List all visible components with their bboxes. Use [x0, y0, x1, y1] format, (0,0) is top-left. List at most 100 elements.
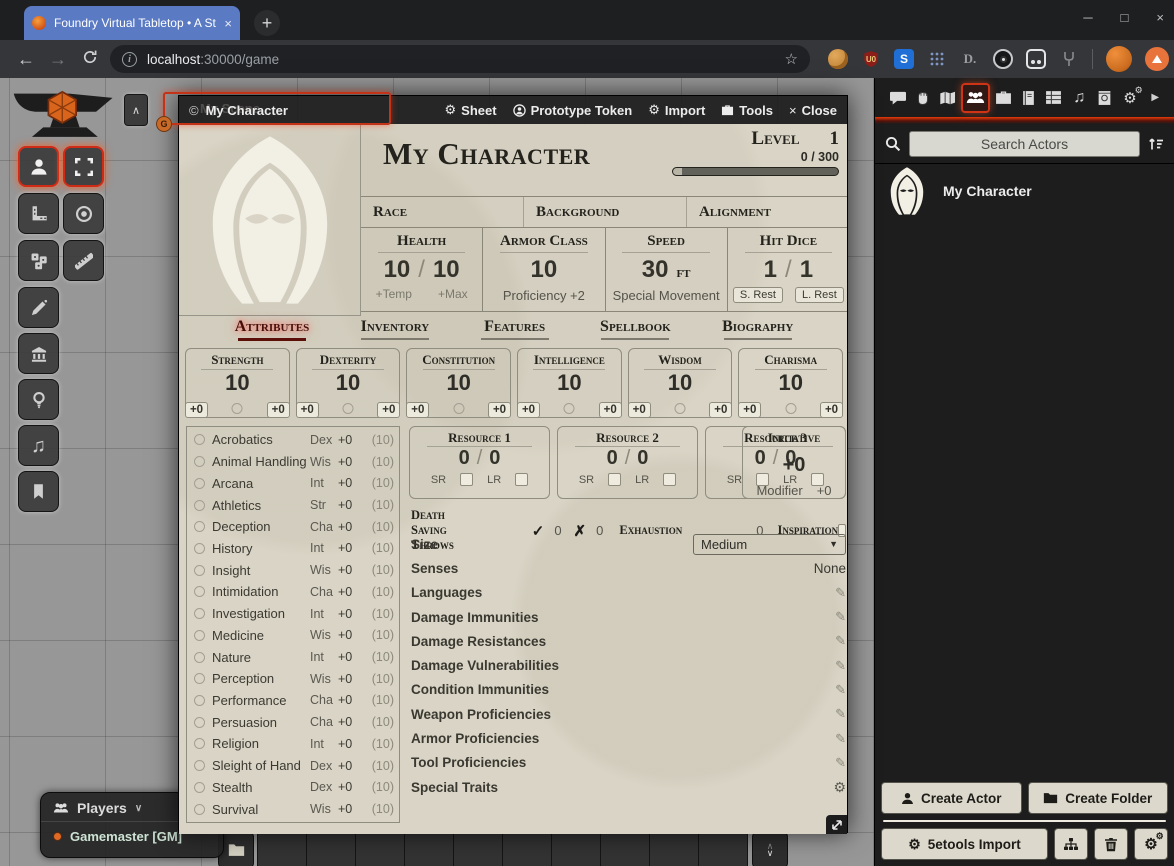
close-sheet-button[interactable]: ×Close	[789, 103, 837, 118]
detail-field[interactable]: Race	[361, 197, 523, 227]
edit-icon[interactable]: ✎	[835, 682, 846, 698]
ublock-extension-icon[interactable]: U0	[861, 49, 881, 69]
create-folder-button[interactable]: Create Folder	[1028, 782, 1169, 814]
edit-icon[interactable]: ✎	[835, 731, 846, 747]
ability-block[interactable]: Intelligence 10 +0 +0	[517, 348, 622, 418]
tab-chat[interactable]	[885, 83, 910, 113]
skill-row[interactable]: Investigation Int +0 (10)	[192, 603, 394, 625]
tab-compendium[interactable]	[1092, 83, 1117, 113]
ability-block[interactable]: Charisma 10 +0 +0	[738, 348, 843, 418]
tool-walls[interactable]	[18, 333, 59, 374]
skill-row[interactable]: Animal Handling Wis +0 (10)	[192, 451, 394, 473]
tool-measure[interactable]	[63, 240, 104, 281]
skill-name[interactable]: Arcana	[212, 476, 310, 491]
ability-score[interactable]: 10	[557, 370, 581, 396]
macro-slot[interactable]	[502, 831, 552, 866]
tool-notes[interactable]	[18, 471, 59, 512]
macro-slot[interactable]	[600, 831, 650, 866]
tool-select-token[interactable]	[18, 146, 59, 187]
resource-current[interactable]: 0	[459, 447, 470, 470]
skill-row[interactable]: Survival Wis +0 (10)	[192, 798, 394, 820]
edit-icon[interactable]: ✎	[835, 706, 846, 722]
skill-name[interactable]: Sleight of Hand	[212, 758, 310, 773]
long-rest-button[interactable]: L. Rest	[795, 287, 844, 303]
macro-slot[interactable]	[551, 831, 601, 866]
resource-max[interactable]: 0	[637, 447, 648, 470]
tab-spellbook[interactable]: Spellbook	[600, 318, 671, 340]
save-proficiency-toggle[interactable]	[453, 403, 464, 414]
ability-block[interactable]: Constitution 10 +0 +0	[406, 348, 511, 418]
macro-slot[interactable]	[257, 831, 307, 866]
tool-lighting[interactable]	[18, 379, 59, 420]
ac-value[interactable]: 10	[531, 256, 558, 284]
tab-features[interactable]: Features	[481, 318, 549, 340]
skill-name[interactable]: Investigation	[212, 606, 310, 621]
tab-journal[interactable]	[1016, 83, 1041, 113]
skill-proficiency-toggle[interactable]	[194, 760, 205, 771]
tab-settings[interactable]: ⚙⚙	[1117, 83, 1142, 113]
skill-proficiency-toggle[interactable]	[194, 565, 205, 576]
sort-icon[interactable]	[1148, 136, 1164, 152]
actor-list-item[interactable]: My Character	[875, 164, 1174, 218]
new-tab-button[interactable]: +	[254, 10, 280, 36]
tab-attributes[interactable]: Attributes	[235, 318, 310, 341]
d-extension-icon[interactable]: D.	[960, 49, 980, 69]
skill-proficiency-toggle[interactable]	[194, 652, 205, 663]
5etools-import-button[interactable]: ⚙ 5etools Import	[881, 828, 1048, 860]
ability-score[interactable]: 10	[336, 370, 360, 396]
resource-max[interactable]: 0	[489, 447, 500, 470]
session-extension-icon[interactable]: S	[894, 49, 914, 69]
speed-value[interactable]: 30	[642, 256, 669, 284]
tab-playlists[interactable]: ♫	[1067, 83, 1092, 113]
skill-name[interactable]: Persuasion	[212, 715, 310, 730]
sheet-config-button[interactable]: ⚙Sheet	[445, 102, 497, 118]
skill-proficiency-toggle[interactable]	[194, 456, 205, 467]
skill-row[interactable]: Nature Int +0 (10)	[192, 646, 394, 668]
skill-row[interactable]: Stealth Dex +0 (10)	[192, 777, 394, 799]
save-proficiency-toggle[interactable]	[564, 403, 575, 414]
hotbar-page-button[interactable]: ∧∨	[752, 831, 788, 866]
tool-dice[interactable]	[18, 240, 59, 281]
create-actor-button[interactable]: Create Actor	[881, 782, 1022, 814]
skill-proficiency-toggle[interactable]	[194, 500, 205, 511]
lr-checkbox[interactable]	[663, 473, 676, 486]
ability-score[interactable]: 10	[778, 370, 802, 396]
tool-template[interactable]	[63, 193, 104, 234]
cookie-extension-icon[interactable]	[828, 49, 848, 69]
short-rest-button[interactable]: S. Rest	[733, 287, 783, 303]
tools-button[interactable]: Tools	[721, 103, 773, 118]
window-resize-handle[interactable]	[826, 815, 847, 834]
skill-proficiency-toggle[interactable]	[194, 521, 205, 532]
site-info-icon[interactable]: i	[122, 52, 137, 67]
skill-name[interactable]: Survival	[212, 802, 310, 817]
skill-row[interactable]: Acrobatics Dex +0 (10)	[192, 429, 394, 451]
tool-draw[interactable]	[18, 287, 59, 328]
edit-icon[interactable]: ✎	[835, 585, 846, 601]
xp-value[interactable]: 0 / 300	[672, 150, 839, 164]
resource-current[interactable]: 0	[607, 447, 618, 470]
trait-senses-row[interactable]: Senses None	[411, 556, 846, 580]
detail-field[interactable]: Alignment	[686, 197, 847, 227]
edit-icon[interactable]: ✎	[835, 633, 846, 649]
skill-row[interactable]: Deception Cha +0 (10)	[192, 516, 394, 538]
tool-ruler[interactable]	[18, 193, 59, 234]
actor-name[interactable]: My Character	[943, 183, 1032, 199]
character-name-input[interactable]: My Character	[383, 136, 590, 172]
skill-name[interactable]: Nature	[212, 650, 310, 665]
back-icon[interactable]: ←	[10, 49, 42, 70]
lr-checkbox[interactable]	[515, 473, 528, 486]
window-header[interactable]: © My Character ⚙Sheet Prototype Token ⚙I…	[179, 96, 847, 124]
skill-proficiency-toggle[interactable]	[194, 630, 205, 641]
skill-row[interactable]: Athletics Str +0 (10)	[192, 494, 394, 516]
edit-icon[interactable]: ✎	[835, 658, 846, 674]
nav-collapse-toggle[interactable]: ∧	[124, 94, 148, 126]
skill-proficiency-toggle[interactable]	[194, 608, 205, 619]
skill-row[interactable]: History Int +0 (10)	[192, 538, 394, 560]
fork-extension-icon[interactable]	[1059, 49, 1079, 69]
skill-name[interactable]: Perception	[212, 671, 310, 686]
special-traits-gear-icon[interactable]: ⚙	[833, 779, 846, 796]
close-window-icon[interactable]: ×	[1156, 10, 1164, 25]
skill-row[interactable]: Intimidation Cha +0 (10)	[192, 581, 394, 603]
skill-row[interactable]: Performance Cha +0 (10)	[192, 690, 394, 712]
tab-actors[interactable]	[961, 83, 990, 113]
